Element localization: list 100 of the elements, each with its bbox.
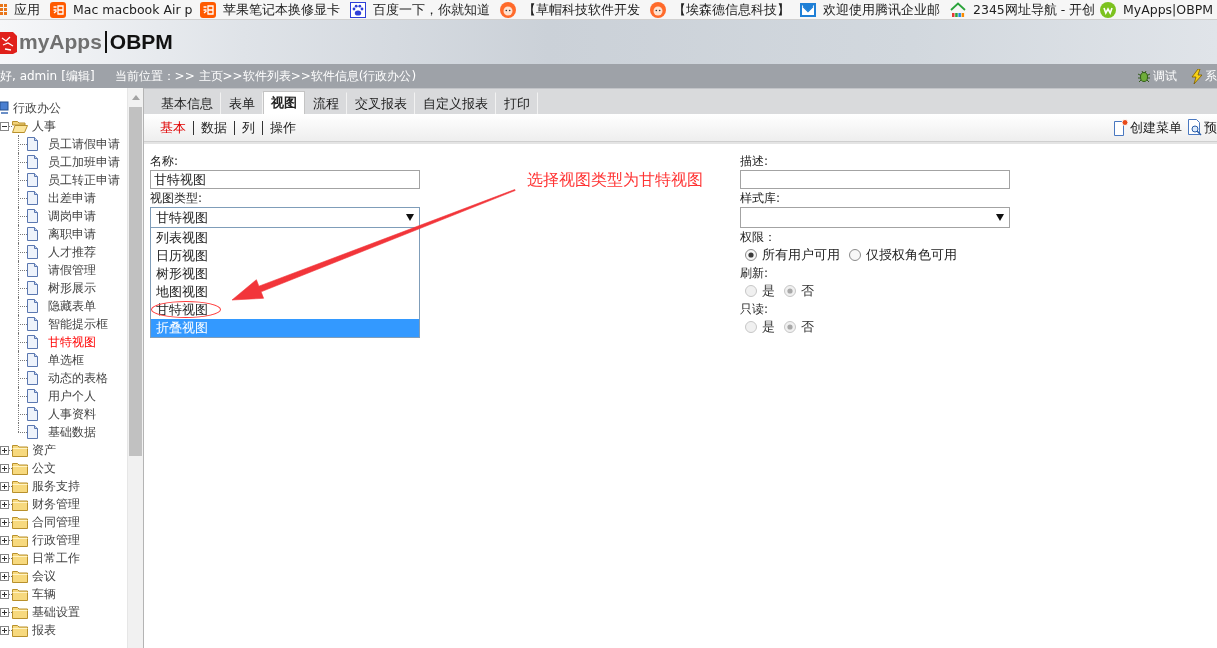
expand-icon[interactable] [0, 499, 9, 509]
tree-item[interactable]: 员工请假申请 [48, 136, 120, 152]
document-icon [27, 155, 38, 169]
tree-item[interactable]: 员工加班申请 [48, 154, 120, 170]
tree-item[interactable]: 人事资料 [48, 406, 96, 422]
expand-icon[interactable] [0, 589, 9, 599]
bookmark-link[interactable]: 【草帽科技软件开发 [500, 1, 650, 18]
bookmark-link[interactable]: MyApps|OBPM [1100, 1, 1217, 18]
open-folder-icon [12, 119, 28, 133]
tree-item[interactable]: 员工转正申请 [48, 172, 120, 188]
logo-text: myApps [19, 30, 102, 54]
face-icon [500, 1, 516, 18]
bookmark-link[interactable]: Mac macbook Air p [50, 1, 200, 18]
document-icon [27, 245, 38, 259]
field-label: 视图类型: [150, 190, 204, 207]
folder-icon [12, 461, 28, 475]
tree-folder[interactable]: 报表 [32, 622, 56, 638]
tree-item[interactable]: 基础数据 [48, 424, 96, 440]
document-icon [27, 209, 38, 223]
radio-option[interactable]: 仅授权角色可用 [849, 246, 957, 264]
expand-icon[interactable] [0, 553, 9, 563]
sub-tab[interactable]: 数据 [201, 118, 227, 137]
tree-folder[interactable]: 人事 [32, 118, 56, 134]
folder-icon [12, 623, 28, 637]
expand-icon[interactable] [0, 571, 9, 581]
radio-option[interactable]: 所有用户可用 [745, 246, 840, 264]
tree-folder[interactable]: 行政管理 [32, 532, 80, 548]
expand-icon[interactable] [0, 481, 9, 491]
bookmark-link[interactable]: 欢迎使用腾讯企业邮 [800, 1, 950, 18]
expand-icon[interactable] [0, 445, 9, 455]
tree-root[interactable]: 行政办公 [13, 100, 61, 116]
tree-item[interactable]: 调岗申请 [48, 208, 96, 224]
folder-icon [12, 605, 28, 619]
field-label: 权限： [740, 229, 777, 246]
sub-tab[interactable]: 列 [242, 118, 255, 137]
tree-folder[interactable]: 车辆 [32, 586, 56, 602]
tree-folder[interactable]: 会议 [32, 568, 56, 584]
document-icon [27, 335, 38, 349]
tree-item[interactable]: 离职申请 [48, 226, 96, 242]
tree-item[interactable]: 隐藏表单 [48, 298, 96, 314]
expand-icon[interactable] [0, 607, 9, 617]
radio-button[interactable] [849, 249, 861, 261]
field-label: 样式库: [740, 190, 782, 207]
collapse-icon[interactable] [0, 121, 9, 131]
document-icon [27, 263, 38, 277]
document-icon [27, 227, 38, 241]
dropdown-arrow-icon [996, 214, 1004, 221]
folder-icon [12, 497, 28, 511]
toolbar-button[interactable]: 创建菜单 [1114, 118, 1182, 137]
text-input[interactable] [740, 170, 1010, 189]
tree-item[interactable]: 树形展示 [48, 280, 96, 296]
folder-icon [12, 515, 28, 529]
face-icon [650, 1, 666, 18]
document-icon [27, 317, 38, 331]
bookmark-link[interactable]: 应用 [0, 1, 50, 18]
tree-item[interactable]: 动态的表格 [48, 370, 108, 386]
field-label: 名称: [150, 153, 180, 170]
user-greeting: 好, admin [0, 67, 58, 85]
tree-item[interactable]: 甘特视图 [48, 334, 96, 350]
tree-item[interactable]: 智能提示框 [48, 316, 108, 332]
expand-icon[interactable] [0, 463, 9, 473]
bookmark-link[interactable]: 苹果笔记本换修显卡 [200, 1, 350, 18]
document-icon [27, 425, 38, 439]
tree-item[interactable]: 出差申请 [48, 190, 96, 206]
expand-icon[interactable] [0, 517, 9, 527]
bookmark-link[interactable]: 2345网址导航 - 开创 [950, 1, 1100, 18]
tree-folder[interactable]: 公文 [32, 460, 56, 476]
document-icon [27, 389, 38, 403]
tab[interactable]: 视图 [263, 91, 305, 114]
tree-item[interactable]: 用户个人 [48, 388, 96, 404]
text-input[interactable]: 甘特视图 [150, 170, 420, 189]
bookmark-link[interactable]: 百度一下，你就知道 [350, 1, 500, 18]
sub-tab[interactable]: 操作 [270, 118, 296, 137]
bookmark-link[interactable]: 【埃森德信息科技】 [650, 1, 800, 18]
field-label: 只读: [740, 301, 770, 318]
expand-icon[interactable] [0, 625, 9, 635]
select-dropdown[interactable]: 甘特视图 [150, 207, 420, 228]
radio-button[interactable] [745, 249, 757, 261]
tree-folder[interactable]: 财务管理 [32, 496, 80, 512]
bug-icon [1137, 69, 1151, 83]
tree-folder[interactable]: 服务支持 [32, 478, 80, 494]
folder-icon [12, 479, 28, 493]
document-icon [27, 191, 38, 205]
folder-icon [12, 533, 28, 547]
computer-icon [0, 101, 9, 115]
tree-item[interactable]: 单选框 [48, 352, 84, 368]
expand-icon[interactable] [0, 535, 9, 545]
tree-folder[interactable]: 资产 [32, 442, 56, 458]
tree-folder[interactable]: 日常工作 [32, 550, 80, 566]
dropdown-arrow-icon [406, 214, 414, 221]
tree-item[interactable]: 请假管理 [48, 262, 96, 278]
document-search-icon [1188, 119, 1203, 136]
document-icon [27, 353, 38, 367]
scrollbar-thumb[interactable] [129, 107, 142, 456]
tree-folder[interactable]: 合同管理 [32, 514, 80, 530]
tree-folder[interactable]: 基础设置 [32, 604, 80, 620]
sub-tab[interactable]: 基本 [160, 118, 186, 137]
apps-grid-icon [0, 4, 7, 15]
toolbar-button[interactable]: 预 [1188, 118, 1217, 137]
tree-item[interactable]: 人才推荐 [48, 244, 96, 260]
